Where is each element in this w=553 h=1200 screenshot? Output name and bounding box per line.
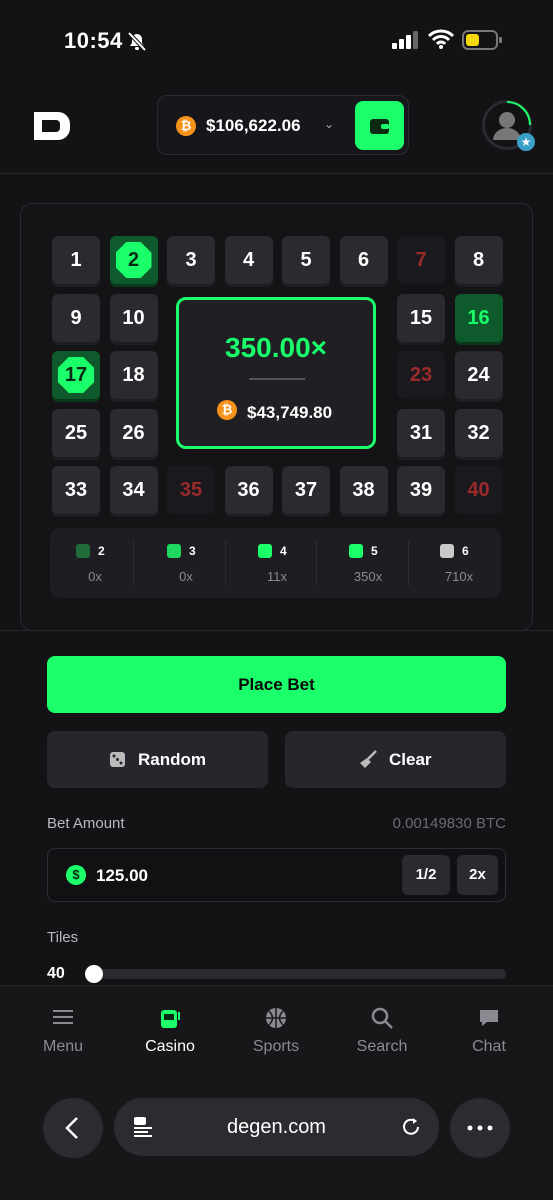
bell-muted-icon [127, 31, 147, 52]
nav-sports[interactable]: Sports [231, 1006, 321, 1056]
bottom-nav: Menu Casino Sports Search Chat degen.com [0, 985, 553, 1200]
win-multiplier: 350.00× [225, 332, 327, 363]
basketball-icon [266, 1008, 286, 1028]
keno-tile[interactable]: 36 [224, 466, 273, 514]
payout-table: 2 0x 3 0x 4 11x 5 350x 6 710x [50, 528, 501, 598]
bitcoin-icon: ₿ [217, 400, 237, 420]
payout-item: 2 0x [50, 528, 140, 598]
battery-icon [462, 30, 502, 50]
divider [0, 630, 553, 631]
keno-tile[interactable]: 34 [109, 466, 158, 514]
chevron-left-icon [65, 1117, 78, 1139]
bet-amount-field[interactable]: $ 125.00 1/2 2x [47, 848, 506, 902]
dollar-icon: $ [66, 865, 86, 885]
status-bar: 10:54 [0, 0, 553, 80]
broom-icon [360, 750, 377, 768]
keno-tile[interactable]: 40 [454, 466, 503, 514]
keno-tile[interactable]: 3 [167, 236, 215, 284]
keno-tile[interactable]: 8 [454, 236, 503, 284]
browser-more-button[interactable] [450, 1098, 510, 1158]
keno-tile[interactable]: 17 [52, 351, 100, 399]
keno-tile[interactable]: 18 [109, 351, 158, 399]
payout-item: 5 350x [323, 528, 413, 598]
keno-tile[interactable]: 5 [282, 236, 330, 284]
keno-tile[interactable]: 16 [454, 293, 503, 342]
payout-item: 4 11x [232, 528, 322, 598]
vip-star-icon: ★ [517, 133, 535, 151]
more-icon [467, 1125, 493, 1131]
keno-tile[interactable]: 26 [109, 408, 158, 457]
keno-tile[interactable]: 31 [397, 408, 445, 457]
keno-tile[interactable]: 39 [397, 466, 445, 514]
slider-handle[interactable] [85, 965, 103, 983]
half-bet-button[interactable]: 1/2 [402, 855, 450, 895]
keno-tile[interactable]: 37 [282, 466, 330, 514]
browser-back-button[interactable] [43, 1098, 103, 1158]
btc-equivalent: 0.00149830 BTC [392, 815, 506, 832]
dice-icon [110, 752, 125, 767]
bet-amount-label: Bet Amount [47, 815, 125, 832]
balance-selector[interactable]: ₿ $106,622.06 ⌄ [157, 95, 409, 155]
keno-tile[interactable]: 4 [224, 236, 273, 284]
win-amount: $43,749.80 [247, 403, 333, 422]
random-button[interactable]: Random [47, 731, 268, 788]
chat-icon [480, 1010, 498, 1026]
tiles-value: 40 [47, 965, 65, 982]
keno-tile[interactable]: 32 [454, 408, 503, 457]
top-header: ₿ $106,622.06 ⌄ ★ [0, 90, 553, 174]
avatar[interactable]: ★ [482, 100, 535, 151]
menu-icon [53, 1010, 73, 1024]
search-icon [371, 1007, 393, 1029]
keno-tile[interactable]: 6 [339, 236, 388, 284]
keno-tile[interactable]: 2 [109, 236, 158, 284]
nav-search[interactable]: Search [337, 1006, 427, 1056]
gem-icon: 17 [58, 357, 94, 393]
payout-item: 6 710x [414, 528, 504, 598]
payout-item: 3 0x [141, 528, 231, 598]
nav-casino[interactable]: Casino [125, 1006, 215, 1056]
signal-icon [392, 31, 418, 49]
gem-icon [167, 544, 181, 558]
bet-amount-value[interactable]: 125.00 [96, 866, 148, 886]
place-bet-button[interactable]: Place Bet [47, 656, 506, 713]
keno-tile[interactable]: 38 [339, 466, 388, 514]
reload-icon[interactable] [400, 1116, 422, 1138]
keno-tile[interactable]: 23 [397, 351, 445, 399]
double-bet-button[interactable]: 2x [457, 855, 498, 895]
wallet-icon [370, 119, 389, 134]
keno-tile[interactable]: 1 [52, 236, 100, 284]
nav-menu[interactable]: Menu [18, 1006, 108, 1056]
win-popup: 350.00× ₿ $43,749.80 [176, 297, 376, 449]
degen-logo[interactable] [32, 110, 72, 142]
slot-machine-icon [161, 1010, 180, 1028]
keno-tile[interactable]: 25 [52, 408, 100, 457]
keno-tile[interactable]: 33 [52, 466, 100, 514]
gem-icon [349, 544, 363, 558]
url-text: degen.com [227, 1116, 326, 1138]
keno-tile[interactable]: 24 [454, 351, 503, 399]
gem-icon [76, 544, 90, 558]
keno-tile[interactable]: 15 [397, 293, 445, 342]
bitcoin-icon: ₿ [176, 116, 196, 136]
gem-icon: 2 [115, 242, 152, 278]
wifi-icon [428, 29, 454, 49]
chevron-down-icon: ⌄ [324, 117, 335, 131]
browser-url-bar[interactable]: degen.com [114, 1098, 439, 1156]
clear-button[interactable]: Clear [285, 731, 506, 788]
wallet-button[interactable] [355, 101, 404, 150]
nav-chat[interactable]: Chat [444, 1006, 534, 1056]
keno-tile[interactable]: 10 [109, 293, 158, 342]
keno-tile[interactable]: 9 [52, 293, 100, 342]
tiles-label: Tiles [47, 929, 79, 946]
divider [249, 378, 305, 380]
keno-tile[interactable]: 35 [167, 466, 215, 514]
keno-tile[interactable]: 7 [397, 236, 445, 284]
gem-icon [258, 544, 272, 558]
gem-icon [440, 544, 454, 558]
balance-value: $106,622.06 [206, 116, 301, 135]
clock: 10:54 [64, 28, 123, 53]
tiles-slider[interactable] [92, 969, 506, 979]
